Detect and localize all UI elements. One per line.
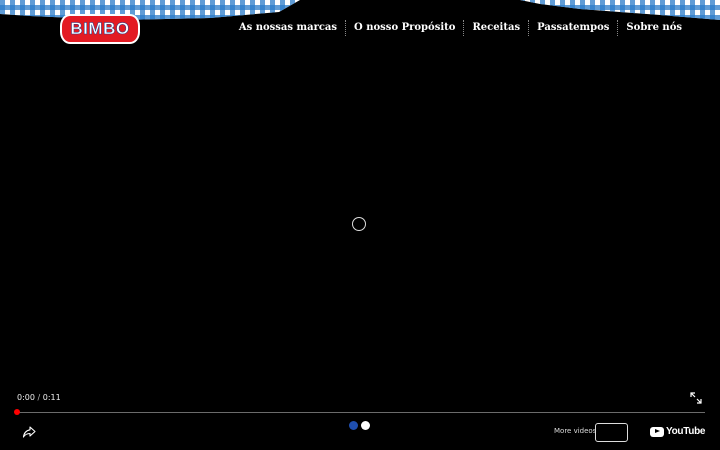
nav-item-passatempos[interactable]: Passatempos [528, 20, 617, 36]
loading-spinner-icon [352, 217, 366, 231]
nav-item-receitas[interactable]: Receitas [463, 20, 528, 36]
more-videos-label[interactable]: More videos [554, 427, 596, 435]
duration: 0:11 [42, 393, 61, 402]
carousel-dot-1[interactable] [349, 421, 358, 430]
gingham-right [520, 0, 720, 20]
main-nav: As nossas marcas O nosso Propósito Recei… [231, 18, 690, 38]
current-time: 0:00 [17, 393, 35, 402]
site-header: BIMBO As nossas marcas O nosso Propósito… [0, 0, 720, 52]
youtube-play-icon [650, 426, 664, 437]
time-display: 0:00 / 0:11 [17, 393, 61, 402]
logo-text: BIMBO [70, 19, 130, 39]
time-separator: / [34, 393, 43, 402]
youtube-logo[interactable]: YouTube [650, 426, 706, 437]
more-videos-button[interactable] [595, 423, 628, 442]
youtube-label: YouTube [666, 426, 706, 437]
nav-item-sobre[interactable]: Sobre nós [617, 20, 690, 36]
nav-item-proposito[interactable]: O nosso Propósito [345, 20, 463, 36]
fullscreen-icon[interactable] [690, 392, 702, 404]
nav-item-marcas[interactable]: As nossas marcas [231, 20, 345, 36]
carousel-dot-2[interactable] [361, 421, 370, 430]
gingham-left [0, 0, 300, 20]
bimbo-logo[interactable]: BIMBO [60, 14, 140, 44]
progress-scrubber[interactable] [14, 409, 20, 415]
share-icon[interactable] [22, 425, 36, 439]
progress-bar[interactable] [17, 412, 705, 413]
carousel-dots [349, 421, 370, 430]
